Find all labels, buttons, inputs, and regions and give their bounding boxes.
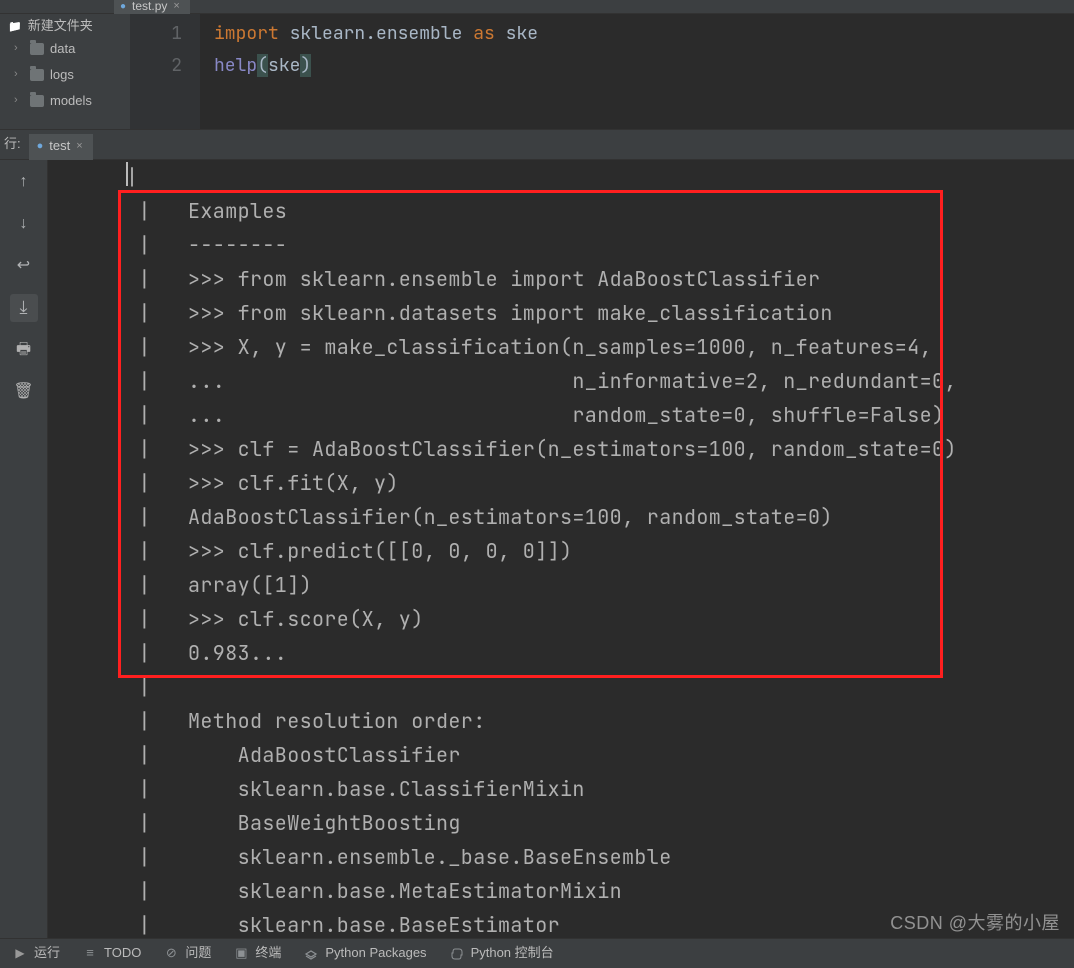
run-tool-gutter [0, 160, 48, 938]
file-tab-test-py[interactable]: ● test.py × [114, 0, 190, 14]
file-tab-bar: ● test.py × [114, 0, 190, 14]
status-todo[interactable]: TODO [82, 944, 141, 962]
folder-icon [30, 43, 44, 55]
line-number: 1 [130, 18, 182, 50]
status-problems[interactable]: 问题 [163, 944, 211, 962]
toolbar-icon-2[interactable] [24, 2, 38, 14]
tree-item-data[interactable]: › data [8, 38, 126, 60]
status-terminal-label: 终端 [255, 944, 281, 962]
folder-icon [8, 17, 22, 35]
run-tab-label: test [49, 137, 70, 155]
tree-item-logs[interactable]: › logs [8, 64, 126, 86]
code-editor[interactable]: 1 2 import sklearn.ensemble as ske help(… [130, 14, 1074, 129]
project-root-label: 新建文件夹 [28, 17, 93, 35]
terminal-icon [233, 946, 249, 962]
status-python-console[interactable]: Python 控制台 [449, 944, 554, 962]
status-problems-label: 问题 [185, 944, 211, 962]
folder-icon [30, 69, 44, 81]
editor-tabs-strip: ● test.py × [0, 0, 1074, 14]
paren-close: ) [300, 54, 311, 77]
run-tool-body: | | Examples | -------- | >>> from sklea… [0, 160, 1074, 938]
status-todo-label: TODO [104, 944, 141, 962]
chevron-right-icon: › [14, 93, 24, 108]
status-pyconsole-label: Python 控制台 [471, 944, 554, 962]
todo-icon [82, 946, 98, 962]
chevron-right-icon: › [14, 67, 24, 82]
project-sidebar[interactable]: 新建文件夹 › data › logs › models [0, 14, 130, 129]
clear-all-icon[interactable] [10, 378, 38, 406]
run-header-label: 行: [0, 135, 29, 153]
tree-item-models[interactable]: › models [8, 90, 126, 112]
line-number: 2 [130, 50, 182, 82]
file-tab-label: test.py [132, 0, 167, 15]
close-icon[interactable]: × [173, 0, 179, 14]
status-python-packages[interactable]: Python Packages [303, 944, 426, 962]
problems-icon [163, 946, 179, 962]
run-console[interactable]: | | Examples | -------- | >>> from sklea… [48, 160, 1074, 938]
project-root[interactable]: 新建文件夹 [8, 18, 126, 34]
folder-icon [30, 95, 44, 107]
close-icon[interactable]: × [76, 139, 82, 154]
status-bar: 运行 TODO 问题 终端 Python Packages Python 控制台 [0, 938, 1074, 968]
code-line[interactable]: import sklearn.ensemble as ske [214, 18, 538, 50]
print-icon[interactable] [10, 336, 38, 364]
argument: ske [268, 54, 300, 77]
packages-icon [303, 946, 319, 962]
run-tool-header: 行: ● test × [0, 130, 1074, 160]
chevron-right-icon: › [14, 41, 24, 56]
status-packages-label: Python Packages [325, 944, 426, 962]
module-name: sklearn.ensemble [290, 22, 463, 45]
soft-wrap-icon[interactable] [10, 252, 38, 280]
tree-item-label: models [50, 92, 92, 110]
python-console-icon [449, 946, 465, 962]
toolbar-icon-1[interactable] [4, 2, 18, 14]
keyword-import: import [214, 22, 279, 45]
code-line[interactable]: help(ske) [214, 50, 538, 82]
builtin-help: help [214, 54, 257, 77]
status-run-label: 运行 [34, 944, 60, 962]
python-icon: ● [37, 139, 44, 154]
alias: ske [506, 22, 538, 45]
editor-content[interactable]: import sklearn.ensemble as ske help(ske) [200, 14, 538, 129]
toolbar-trailing-icons [0, 0, 58, 14]
scroll-to-end-icon[interactable] [10, 294, 38, 322]
tree-item-label: logs [50, 66, 74, 84]
console-output: | | Examples | -------- | >>> from sklea… [126, 160, 1074, 938]
status-terminal[interactable]: 终端 [233, 944, 281, 962]
toolbar-icon-3[interactable] [44, 2, 58, 14]
editor-and-project-row: 新建文件夹 › data › logs › models 1 2 import … [0, 14, 1074, 130]
run-tab-test[interactable]: ● test × [29, 134, 93, 160]
editor-gutter: 1 2 [130, 14, 200, 129]
navigate-up-icon[interactable] [10, 168, 38, 196]
text-caret [126, 162, 128, 186]
python-file-icon: ● [120, 0, 126, 14]
navigate-down-icon[interactable] [10, 210, 38, 238]
run-icon [12, 946, 28, 962]
status-run[interactable]: 运行 [12, 944, 60, 962]
tree-item-label: data [50, 40, 75, 58]
paren-open: ( [257, 54, 268, 77]
keyword-as: as [473, 22, 495, 45]
